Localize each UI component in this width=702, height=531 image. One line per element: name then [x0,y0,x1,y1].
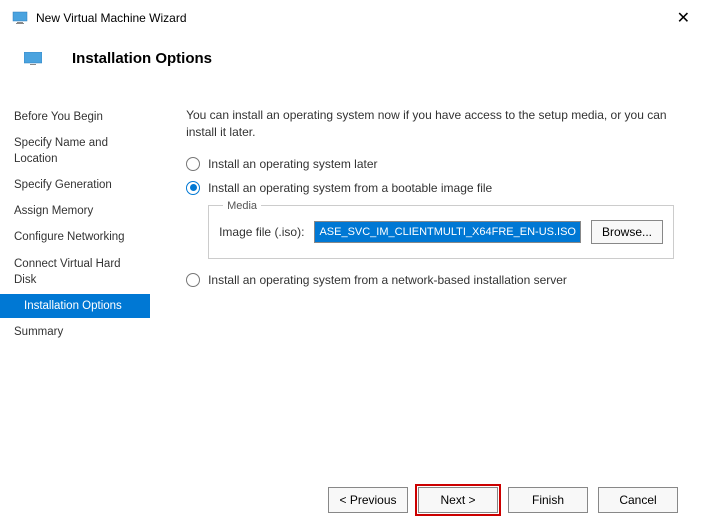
header-icon [24,52,42,66]
sidebar-item-label: Specify Name and Location [14,137,108,165]
sidebar-item-label: Assign Memory [14,205,93,217]
window-title: New Virtual Machine Wizard [36,11,187,25]
media-fieldset: Media Image file (.iso): ASE_SVC_IM_CLIE… [208,205,674,259]
sidebar-item-configure-networking[interactable]: Configure Networking [0,225,150,249]
radio-icon[interactable] [186,181,200,195]
page-title: Installation Options [72,50,212,67]
sidebar-item-label: Configure Networking [14,231,125,243]
sidebar-item-specify-generation[interactable]: Specify Generation [0,173,150,197]
wizard-content: You can install an operating system now … [150,85,702,475]
intro-text: You can install an operating system now … [186,107,674,141]
titlebar: New Virtual Machine Wizard ✕ [0,0,702,36]
sidebar-item-label: Summary [14,326,63,338]
radio-icon[interactable] [186,273,200,287]
option-label: Install an operating system from a netwo… [208,273,567,287]
option-install-from-image[interactable]: Install an operating system from a boota… [186,181,674,195]
sidebar-item-label: Before You Begin [14,111,103,123]
sidebar-item-assign-memory[interactable]: Assign Memory [0,199,150,223]
radio-icon[interactable] [186,157,200,171]
image-file-input[interactable]: ASE_SVC_IM_CLIENTMULTI_X64FRE_EN-US.ISO [314,221,581,243]
browse-button[interactable]: Browse... [591,220,663,244]
option-install-from-network[interactable]: Install an operating system from a netwo… [186,273,674,287]
fieldset-legend: Media [223,200,261,212]
app-icon [12,10,28,26]
option-label: Install an operating system from a boota… [208,181,492,195]
close-button[interactable]: ✕ [677,8,690,28]
page-header: Installation Options [0,36,702,85]
sidebar-item-label: Specify Generation [14,179,112,191]
sidebar-item-label: Connect Virtual Hard Disk [14,258,121,286]
finish-button[interactable]: Finish [508,487,588,513]
option-install-later[interactable]: Install an operating system later [186,157,674,171]
cancel-button[interactable]: Cancel [598,487,678,513]
sidebar-item-installation-options[interactable]: Installation Options [0,294,150,318]
wizard-footer: < Previous Next > Finish Cancel [0,475,702,525]
image-file-label: Image file (.iso): [219,225,304,239]
sidebar-item-label: Installation Options [24,300,122,312]
sidebar-item-specify-name[interactable]: Specify Name and Location [0,131,150,171]
image-file-value: ASE_SVC_IM_CLIENTMULTI_X64FRE_EN-US.ISO [319,226,576,238]
sidebar-item-summary[interactable]: Summary [0,320,150,344]
sidebar-item-before-you-begin[interactable]: Before You Begin [0,105,150,129]
previous-button[interactable]: < Previous [328,487,408,513]
next-button[interactable]: Next > [418,487,498,513]
sidebar-item-connect-disk[interactable]: Connect Virtual Hard Disk [0,252,150,292]
option-label: Install an operating system later [208,157,377,171]
wizard-sidebar: Before You Begin Specify Name and Locati… [0,85,150,475]
